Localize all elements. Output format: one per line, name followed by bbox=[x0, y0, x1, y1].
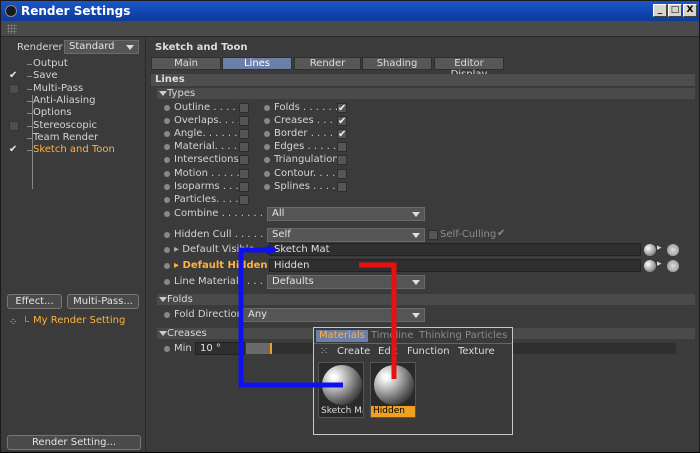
render-settings-window: Render Settings _ □ X Renderer Standard … bbox=[0, 0, 700, 452]
blue-arrowhead bbox=[267, 245, 279, 255]
blue-link-line bbox=[238, 247, 343, 388]
link-arrows bbox=[238, 245, 397, 388]
red-link-line bbox=[359, 262, 397, 379]
